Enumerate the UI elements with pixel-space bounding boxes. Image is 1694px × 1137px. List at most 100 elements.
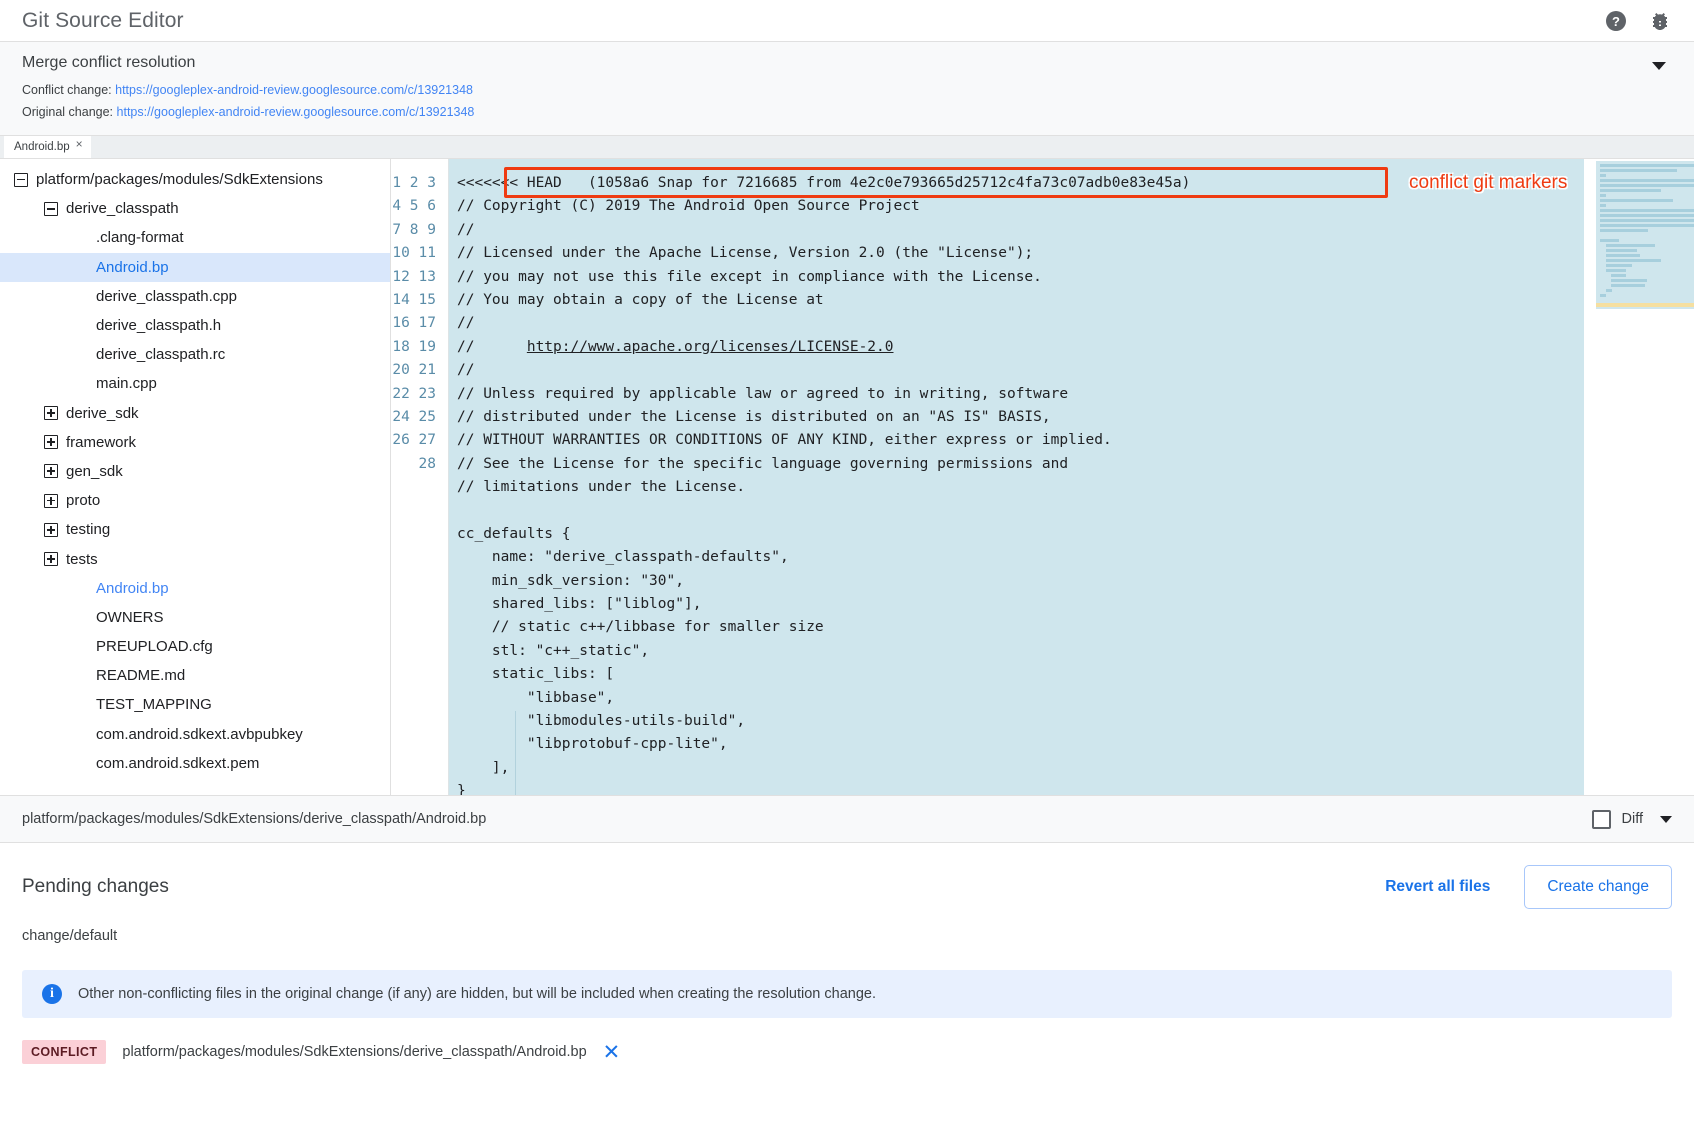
code-line: // http://www.apache.org/licenses/LICENS… — [457, 336, 1584, 359]
code-content[interactable]: <<<<<<< HEAD (1058a6 Snap for 7216685 fr… — [449, 159, 1584, 795]
code-line: "libbase", — [457, 687, 1584, 710]
close-icon[interactable]: × — [76, 138, 83, 150]
tree-item[interactable]: Android.bp — [0, 574, 390, 603]
minimap-line — [1600, 219, 1694, 222]
original-change-row: Original change: https://googleplex-andr… — [22, 103, 1672, 122]
tree-item[interactable]: derive_classpath — [0, 194, 390, 223]
tree-item[interactable]: .clang-format — [0, 223, 390, 252]
minimap-line — [1600, 209, 1694, 212]
tree-item[interactable]: derive_sdk — [0, 399, 390, 428]
tree-item[interactable]: gen_sdk — [0, 457, 390, 486]
minimap-line — [1600, 174, 1606, 177]
tree-item-label: framework — [66, 434, 136, 451]
minimap-line — [1600, 164, 1694, 167]
page-title: Git Source Editor — [22, 9, 184, 33]
bug-icon[interactable] — [1648, 9, 1672, 33]
tree-item[interactable]: derive_classpath.h — [0, 311, 390, 340]
svg-text:?: ? — [1612, 14, 1620, 29]
info-icon: i — [42, 984, 62, 1004]
code-line: } — [457, 780, 1584, 795]
minimap-line — [1600, 194, 1606, 197]
tab-label: Android.bp — [14, 141, 70, 153]
diff-checkbox[interactable] — [1592, 810, 1611, 829]
tree-item[interactable]: TEST_MAPPING — [0, 690, 390, 719]
minimap-line — [1600, 189, 1661, 192]
minimap-line — [1600, 294, 1606, 297]
close-icon[interactable]: ✕ — [603, 1042, 621, 1063]
create-change-button[interactable]: Create change — [1524, 865, 1672, 909]
info-banner: i Other non-conflicting files in the ori… — [22, 970, 1672, 1018]
code-editor[interactable]: 1 2 3 4 5 6 7 8 9 10 11 12 13 14 15 16 1… — [391, 159, 1694, 795]
license-url-link[interactable]: http://www.apache.org/licenses/LICENSE-2… — [527, 339, 894, 355]
minimap-line — [1600, 229, 1648, 232]
code-line: // limitations under the License. — [457, 476, 1584, 499]
revert-all-files-button[interactable]: Revert all files — [1385, 878, 1490, 896]
tree-item-label: derive_classpath.cpp — [96, 288, 237, 305]
minimap-line — [1600, 239, 1619, 242]
tree-item-label: README.md — [96, 667, 185, 684]
tab-android-bp[interactable]: Android.bp × — [4, 135, 91, 158]
code-line: // See the License for the specific lang… — [457, 453, 1584, 476]
code-line: // — [457, 219, 1584, 242]
expand-folder-icon[interactable] — [44, 552, 58, 566]
tree-item[interactable]: PREUPLOAD.cfg — [0, 632, 390, 661]
code-line: // you may not use this file except in c… — [457, 266, 1584, 289]
tree-item-label: Android.bp — [96, 259, 169, 276]
pending-changes-header: Pending changes Revert all files Create … — [22, 865, 1672, 909]
code-line: // Unless required by applicable law or … — [457, 383, 1584, 406]
editor-vertical-scrollbar[interactable] — [1570, 161, 1581, 613]
original-change-link[interactable]: https://googleplex-android-review.google… — [117, 105, 475, 119]
minimap-line — [1611, 284, 1644, 287]
status-badge: CONFLICT — [22, 1040, 106, 1064]
diff-toggle-group[interactable]: Diff — [1592, 810, 1673, 829]
tree-item-label: proto — [66, 492, 100, 509]
expand-folder-icon[interactable] — [44, 435, 58, 449]
editor-main: platform/packages/modules/SdkExtensionsd… — [0, 159, 1694, 795]
tree-item[interactable]: framework — [0, 428, 390, 457]
code-line: // Copyright (C) 2019 The Android Open S… — [457, 195, 1584, 218]
tree-item[interactable]: tests — [0, 544, 390, 573]
code-line: ], — [457, 757, 1584, 780]
tree-item[interactable]: OWNERS — [0, 603, 390, 632]
collapse-folder-icon[interactable] — [14, 173, 28, 187]
tree-item-label: derive_sdk — [66, 405, 139, 422]
minimap-line — [1600, 199, 1673, 202]
minimap-line — [1606, 259, 1661, 262]
expand-folder-icon[interactable] — [44, 464, 58, 478]
tree-item[interactable]: proto — [0, 486, 390, 515]
tree-item[interactable]: main.cpp — [0, 369, 390, 398]
chevron-down-icon[interactable] — [1660, 816, 1672, 823]
tree-item-label: TEST_MAPPING — [96, 696, 212, 713]
tree-item[interactable]: Android.bp — [0, 253, 390, 282]
conflict-change-link[interactable]: https://googleplex-android-review.google… — [115, 83, 473, 97]
minimap-line — [1606, 264, 1632, 267]
tree-item[interactable]: README.md — [0, 661, 390, 690]
tree-item[interactable]: platform/packages/modules/SdkExtensions — [0, 165, 390, 194]
file-tree[interactable]: platform/packages/modules/SdkExtensionsd… — [0, 159, 391, 795]
tree-item-label: derive_classpath.h — [96, 317, 221, 334]
file-path-bar: platform/packages/modules/SdkExtensions/… — [0, 795, 1694, 843]
tree-item[interactable]: testing — [0, 515, 390, 544]
editor-minimap[interactable] — [1584, 159, 1694, 795]
tree-item[interactable]: com.android.sdkext.pem — [0, 749, 390, 778]
expand-folder-icon[interactable] — [44, 523, 58, 537]
expand-folder-icon[interactable] — [44, 494, 58, 508]
expand-folder-icon[interactable] — [44, 406, 58, 420]
minimap-line — [1606, 289, 1612, 292]
tree-item-label: gen_sdk — [66, 463, 123, 480]
code-line: static_libs: [ — [457, 663, 1584, 686]
merge-conflict-header: Merge conflict resolution Conflict chang… — [0, 42, 1694, 136]
tree-item-label: com.android.sdkext.pem — [96, 755, 259, 772]
tree-item[interactable]: com.android.sdkext.avbpubkey — [0, 720, 390, 749]
tree-item[interactable]: derive_classpath.rc — [0, 340, 390, 369]
conflict-file-path: platform/packages/modules/SdkExtensions/… — [122, 1044, 586, 1060]
chevron-down-icon[interactable] — [1652, 62, 1666, 70]
pending-changes-section: Pending changes Revert all files Create … — [0, 843, 1694, 1064]
code-line — [457, 499, 1584, 522]
header-actions: ? — [1604, 9, 1672, 33]
code-line: "libmodules-utils-build", — [457, 710, 1584, 733]
collapse-folder-icon[interactable] — [44, 202, 58, 216]
help-circle-icon[interactable]: ? — [1604, 9, 1628, 33]
conflict-change-label: Conflict change: — [22, 83, 112, 97]
tree-item[interactable]: derive_classpath.cpp — [0, 282, 390, 311]
